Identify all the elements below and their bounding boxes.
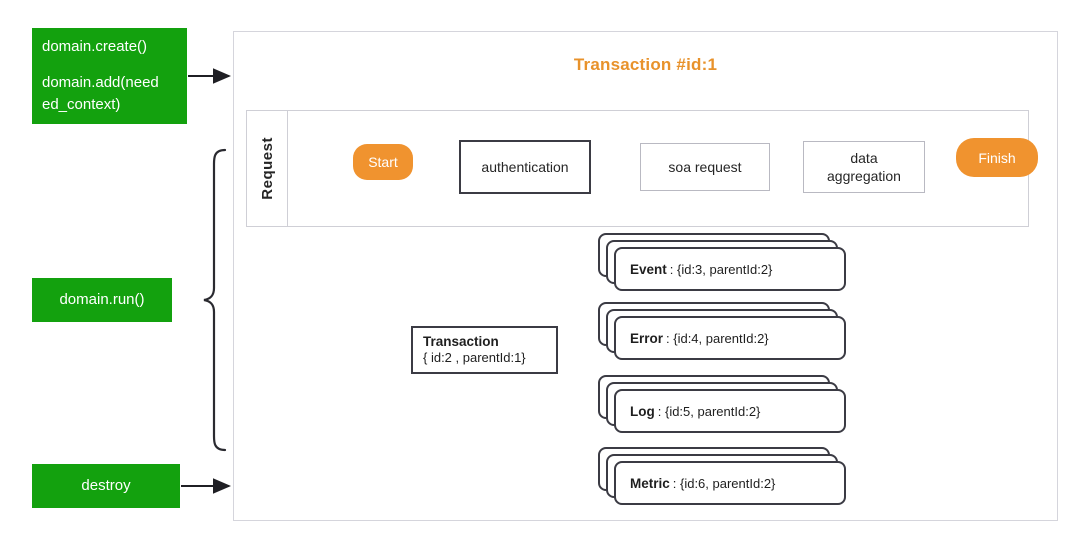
event-card-props: : {id:3, parentId:2} (669, 261, 773, 277)
transaction-title: Transaction #id:1 (573, 55, 718, 74)
request-steps: Start authentication soa request data ag… (288, 111, 1038, 226)
card-stack-front-layer: Metric : {id:6, parentId:2} (614, 461, 846, 505)
request-band: Request Start authentication soa request… (246, 110, 1038, 227)
metric-card-label: Metric (630, 475, 670, 491)
error-card-label: Error (630, 330, 664, 346)
request-label: Request (258, 137, 276, 200)
step-data-aggregation[interactable]: data aggregation (803, 141, 925, 193)
finish-pill[interactable]: Finish (956, 138, 1038, 177)
log-card-label: Log (630, 403, 655, 419)
card-stack-event[interactable]: Event : {id:3, parentId:2} (598, 233, 848, 295)
child-transaction-props: { id:2 , parentId:1} (423, 350, 526, 366)
card-stack-front-layer: Error : {id:4, parentId:2} (614, 316, 846, 360)
step-soa-request[interactable]: soa request (640, 143, 770, 191)
error-card-props: : {id:4, parentId:2} (666, 330, 769, 346)
step-data-aggregation-line2: aggregation (827, 168, 901, 184)
metric-card-props: : {id:6, parentId:2} (672, 475, 776, 491)
step-authentication-label: authentication (481, 158, 569, 175)
request-label-cell: Request (247, 111, 288, 226)
step-data-aggregation-line1: data (850, 149, 878, 166)
card-stack-metric[interactable]: Metric : {id:6, parentId:2} (598, 447, 848, 509)
child-transaction-box[interactable]: Transaction { id:2 , parentId:1} (411, 326, 558, 374)
card-stack-front-layer: Event : {id:3, parentId:2} (614, 247, 846, 291)
card-stack-log[interactable]: Log : {id:5, parentId:2} (598, 375, 848, 437)
brace-domain-run (203, 148, 227, 452)
log-card-props: : {id:5, parentId:2} (657, 403, 761, 419)
child-transaction-name: Transaction (423, 333, 499, 349)
step-authentication[interactable]: authentication (459, 140, 591, 194)
card-stack-front-layer: Log : {id:5, parentId:2} (614, 389, 846, 433)
event-card-label: Event (630, 261, 667, 277)
finish-pill-label: Finish (978, 149, 1016, 166)
start-pill[interactable]: Start (353, 144, 413, 180)
step-soa-request-label: soa request (668, 158, 742, 175)
card-stack-error[interactable]: Error : {id:4, parentId:2} (598, 302, 848, 364)
start-pill-label: Start (368, 154, 398, 170)
diagram-canvas: domain.create() domain.add(need ed_conte… (0, 0, 1080, 548)
